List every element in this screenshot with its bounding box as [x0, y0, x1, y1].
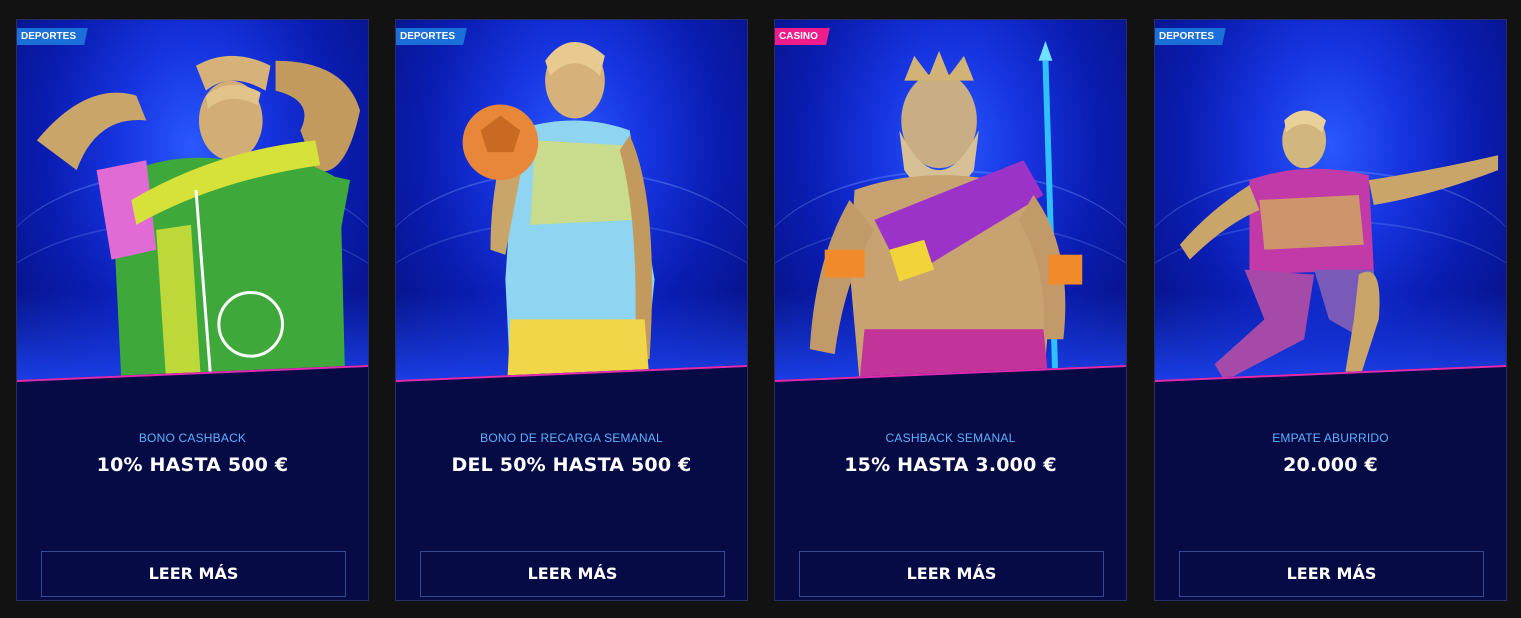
- promo-image[interactable]: [1155, 20, 1506, 382]
- category-badge: CASINO: [775, 28, 830, 45]
- read-more-button[interactable]: LEER MÁS: [41, 551, 346, 597]
- promo-image[interactable]: [396, 20, 747, 382]
- promo-card-weekly-cashback[interactable]: CASINO CASHBACK SEMANAL 15% HASTA 3.000 …: [774, 19, 1127, 601]
- player-with-ball-illustration: [462, 42, 655, 381]
- promo-card-boring-draw[interactable]: DEPORTES EMPATE ABURRIDO 20.000 € LEER M…: [1154, 19, 1507, 601]
- promo-card-cashback[interactable]: DEPORTES BONO CASHBACK 10% HASTA 500 € L…: [16, 19, 369, 601]
- football-player-saluting-illustration: [36, 55, 361, 382]
- promo-image[interactable]: [775, 20, 1126, 382]
- category-badge: DEPORTES: [1155, 28, 1226, 45]
- promo-title: DEL 50% HASTA 500 €: [451, 454, 692, 476]
- zeus-with-staff-illustration: [809, 40, 1083, 382]
- read-more-button[interactable]: LEER MÁS: [799, 551, 1104, 597]
- promo-image[interactable]: [17, 20, 368, 382]
- promo-title: 15% HASTA 3.000 €: [844, 454, 1057, 476]
- read-more-button[interactable]: LEER MÁS: [420, 551, 725, 597]
- promo-title: 20.000 €: [1283, 454, 1378, 476]
- kicking-player-illustration: [1179, 110, 1499, 381]
- promo-title: 10% HASTA 500 €: [96, 454, 289, 476]
- category-badge: DEPORTES: [396, 28, 467, 45]
- promotions-grid: DEPORTES BONO CASHBACK 10% HASTA 500 € L…: [0, 0, 1521, 618]
- category-badge: DEPORTES: [17, 28, 88, 45]
- promo-subtitle: BONO DE RECARGA SEMANAL: [480, 431, 663, 445]
- promo-subtitle: CASHBACK SEMANAL: [885, 431, 1016, 445]
- promo-card-reload[interactable]: DEPORTES BONO DE RECARGA SEMANAL DEL 50%…: [395, 19, 748, 601]
- promo-subtitle: BONO CASHBACK: [138, 431, 247, 445]
- read-more-button[interactable]: LEER MÁS: [1179, 551, 1484, 597]
- promo-subtitle: EMPATE ABURRIDO: [1272, 431, 1389, 445]
